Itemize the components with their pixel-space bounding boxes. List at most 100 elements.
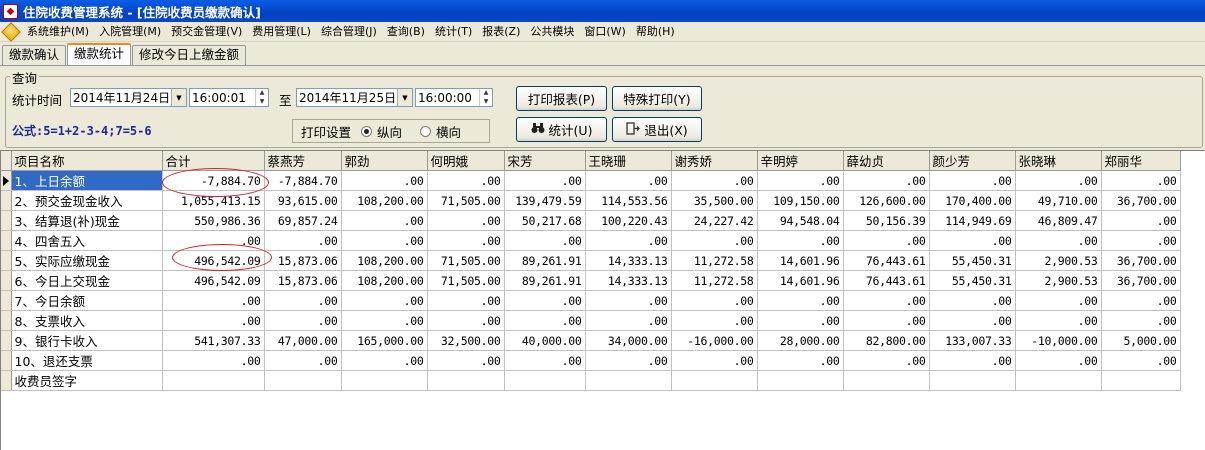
row-indicator[interactable] bbox=[1, 230, 12, 251]
table-cell[interactable]: -7,884.70 bbox=[264, 170, 342, 191]
table-cell[interactable]: .00 bbox=[427, 350, 505, 371]
table-cell[interactable] bbox=[929, 370, 1016, 391]
table-cell[interactable]: .00 bbox=[264, 290, 342, 311]
table-cell[interactable]: .00 bbox=[757, 170, 844, 191]
menu-statistics[interactable]: 统计(T) bbox=[430, 23, 477, 41]
special-print-button[interactable]: 特殊打印(Y) bbox=[612, 86, 702, 111]
column-header-8[interactable]: 辛明婷 bbox=[757, 151, 844, 171]
start-time-spinner[interactable]: 16:00:01 ▲ ▼ bbox=[189, 88, 269, 107]
table-row[interactable]: 2、预交金现金收入 1,055,413.15 93,615.00 108,200.00… bbox=[1, 190, 1181, 211]
table-cell[interactable]: 71,505.00 bbox=[427, 190, 505, 211]
table-cell[interactable]: .00 bbox=[1015, 290, 1102, 311]
row-indicator[interactable] bbox=[1, 350, 12, 371]
table-cell[interactable]: 46,809.47 bbox=[1015, 210, 1102, 231]
table-cell[interactable] bbox=[843, 370, 930, 391]
table-cell[interactable]: 36,700.00 bbox=[1101, 270, 1181, 291]
table-cell[interactable]: 14,333.13 bbox=[585, 250, 672, 271]
table-cell[interactable]: 55,450.31 bbox=[929, 250, 1016, 271]
table-cell[interactable]: 71,505.00 bbox=[427, 250, 505, 271]
row-indicator[interactable] bbox=[1, 210, 12, 231]
column-header-10[interactable]: 颜少芳 bbox=[929, 151, 1016, 171]
table-cell[interactable]: .00 bbox=[585, 350, 672, 371]
table-cell[interactable]: 36,700.00 bbox=[1101, 190, 1181, 211]
portrait-radio[interactable] bbox=[361, 125, 373, 137]
table-cell[interactable]: 24,227.42 bbox=[671, 210, 758, 231]
table-cell[interactable]: .00 bbox=[1101, 310, 1181, 331]
table-cell[interactable]: 55,450.31 bbox=[929, 270, 1016, 291]
menu-window[interactable]: 窗口(W) bbox=[579, 23, 630, 41]
table-cell[interactable]: .00 bbox=[585, 290, 672, 311]
table-cell[interactable]: .00 bbox=[671, 310, 758, 331]
table-cell[interactable]: .00 bbox=[671, 350, 758, 371]
table-row[interactable]: 1、上日余额 -7,884.70 -7,884.70.00.00.00.00.00.… bbox=[1, 170, 1181, 191]
row-item-name[interactable]: 8、支票收入 bbox=[11, 310, 163, 331]
end-date-picker[interactable]: 2014年11月25日 ▼ bbox=[296, 88, 413, 107]
table-cell[interactable]: .00 bbox=[162, 350, 265, 371]
row-item-name[interactable]: 9、银行卡收入 bbox=[11, 330, 163, 351]
table-cell[interactable] bbox=[264, 370, 342, 391]
menu-common[interactable]: 公共模块 bbox=[525, 23, 579, 41]
row-item-name[interactable]: 1、上日余额 bbox=[11, 170, 163, 191]
table-row[interactable]: 4、四舍五入 .00.00.00.00.00.00.00.00.00.00.00.… bbox=[1, 230, 1181, 251]
table-cell[interactable]: .00 bbox=[585, 310, 672, 331]
table-cell[interactable]: .00 bbox=[757, 310, 844, 331]
table-row[interactable]: 8、支票收入 .00.00.00.00.00.00.00.00.00.00.00.… bbox=[1, 310, 1181, 331]
table-cell[interactable]: .00 bbox=[504, 290, 586, 311]
table-cell[interactable] bbox=[162, 370, 265, 391]
table-row[interactable]: 7、今日余额 .00.00.00.00.00.00.00.00.00.00.00.… bbox=[1, 290, 1181, 311]
table-cell[interactable]: 89,261.91 bbox=[504, 250, 586, 271]
table-cell[interactable]: .00 bbox=[1101, 350, 1181, 371]
table-cell[interactable]: .00 bbox=[757, 290, 844, 311]
table-cell[interactable]: .00 bbox=[1015, 230, 1102, 251]
table-cell[interactable]: .00 bbox=[341, 230, 428, 251]
table-cell[interactable]: .00 bbox=[427, 290, 505, 311]
menu-query[interactable]: 查询(B) bbox=[382, 23, 430, 41]
table-cell[interactable]: -10,000.00 bbox=[1015, 330, 1102, 351]
row-indicator[interactable] bbox=[1, 370, 12, 391]
table-cell[interactable]: .00 bbox=[843, 350, 930, 371]
row-item-name[interactable]: 2、预交金现金收入 bbox=[11, 190, 163, 211]
column-header-item-name[interactable]: 项目名称 bbox=[11, 151, 163, 171]
table-cell[interactable]: 126,600.00 bbox=[843, 190, 930, 211]
row-indicator[interactable] bbox=[1, 190, 12, 211]
table-cell[interactable]: 35,500.00 bbox=[671, 190, 758, 211]
table-cell[interactable]: 170,400.00 bbox=[929, 190, 1016, 211]
table-cell[interactable]: 133,007.33 bbox=[929, 330, 1016, 351]
table-cell[interactable]: 109,150.00 bbox=[757, 190, 844, 211]
tab-payment-statistics[interactable]: 缴款统计 bbox=[67, 43, 132, 65]
dropdown-arrow-icon[interactable]: ▼ bbox=[171, 89, 186, 106]
table-cell[interactable]: .00 bbox=[1101, 210, 1181, 231]
table-row[interactable]: 9、银行卡收入 541,307.33 47,000.00 165,000.00 32,5… bbox=[1, 330, 1181, 351]
table-cell[interactable]: .00 bbox=[585, 170, 672, 191]
table-cell[interactable] bbox=[671, 370, 758, 391]
table-cell[interactable]: .00 bbox=[757, 350, 844, 371]
table-cell[interactable]: 15,873.06 bbox=[264, 250, 342, 271]
print-report-button[interactable]: 打印报表(P) bbox=[516, 86, 607, 111]
row-item-name[interactable]: 7、今日余额 bbox=[11, 290, 163, 311]
menu-deposit[interactable]: 预交金管理(V) bbox=[166, 23, 247, 41]
table-cell[interactable]: .00 bbox=[929, 230, 1016, 251]
table-cell[interactable]: 11,272.58 bbox=[671, 250, 758, 271]
row-indicator[interactable] bbox=[1, 250, 12, 271]
menu-admission[interactable]: 入院管理(M) bbox=[94, 23, 166, 41]
table-cell[interactable]: .00 bbox=[843, 230, 930, 251]
column-header-4[interactable]: 何明娥 bbox=[427, 151, 505, 171]
table-cell[interactable]: .00 bbox=[929, 350, 1016, 371]
table-cell[interactable]: .00 bbox=[929, 290, 1016, 311]
table-cell[interactable]: .00 bbox=[427, 170, 505, 191]
table-cell[interactable]: .00 bbox=[1101, 170, 1181, 191]
table-cell[interactable]: -16,000.00 bbox=[671, 330, 758, 351]
start-date-picker[interactable]: 2014年11月24日 ▼ bbox=[70, 88, 187, 107]
table-cell[interactable]: 71,505.00 bbox=[427, 270, 505, 291]
exit-button[interactable]: 退出(X) bbox=[612, 117, 702, 142]
table-cell[interactable]: .00 bbox=[1015, 350, 1102, 371]
table-cell[interactable]: .00 bbox=[843, 170, 930, 191]
table-cell[interactable]: .00 bbox=[341, 210, 428, 231]
table-cell[interactable]: 36,700.00 bbox=[1101, 250, 1181, 271]
tab-payment-confirm[interactable]: 缴款确认 bbox=[2, 45, 67, 65]
table-cell[interactable]: 89,261.91 bbox=[504, 270, 586, 291]
row-indicator[interactable] bbox=[1, 290, 12, 311]
table-cell[interactable]: 11,272.58 bbox=[671, 270, 758, 291]
column-header-11[interactable]: 张晓琳 bbox=[1015, 151, 1102, 171]
tab-edit-today-amount[interactable]: 修改今日上缴金额 bbox=[132, 45, 247, 65]
